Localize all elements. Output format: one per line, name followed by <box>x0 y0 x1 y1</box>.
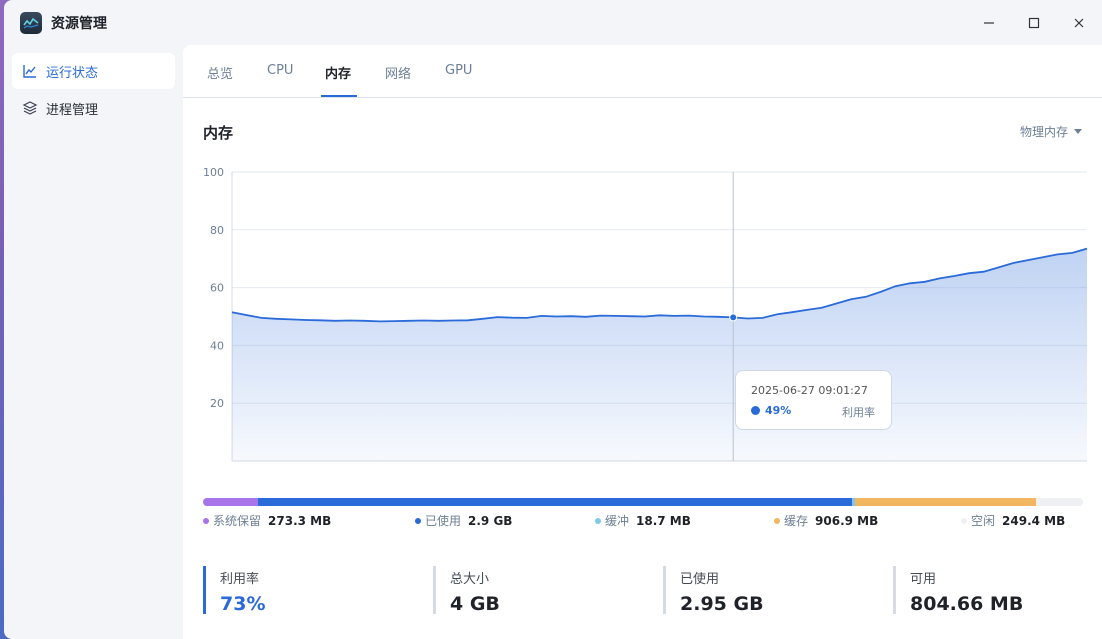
caret-down-icon <box>1074 129 1082 134</box>
highlight-point <box>729 313 738 322</box>
legend-value: 273.3 MB <box>268 513 332 528</box>
app-icon <box>20 12 42 34</box>
legend-value: 906.9 MB <box>815 513 879 528</box>
legend-item-cache: 缓存 906.9 MB <box>774 512 878 529</box>
sidebar-item-label: 进程管理 <box>46 102 99 118</box>
tab-network[interactable]: 网络 <box>385 63 411 82</box>
usage-segment-free <box>1036 498 1083 506</box>
legend-item-used: 已使用 2.9 GB <box>415 512 512 529</box>
usage-segment-cache <box>855 498 1037 506</box>
y-tick-label: 40 <box>210 339 224 352</box>
legend-value: 249.4 MB <box>1002 513 1066 528</box>
sidebar-item-status[interactable]: 运行状态 <box>12 53 175 89</box>
y-tick-label: 80 <box>210 224 224 237</box>
legend-dot <box>203 517 209 524</box>
stat-label: 总大小 <box>450 572 490 587</box>
app-title: 资源管理 <box>51 16 107 32</box>
chart-tooltip: 2025-06-27 09:01:27 49% 利用率 <box>735 370 892 430</box>
tooltip-label: 利用率 <box>842 406 875 419</box>
y-tick-label: 60 <box>210 282 224 295</box>
tab-cpu[interactable]: CPU <box>267 63 293 78</box>
layers-icon <box>22 100 38 116</box>
chart-line-icon <box>22 63 38 79</box>
stat-value: 2.95 GB <box>680 593 764 615</box>
legend-label: 已使用 <box>425 514 462 528</box>
stat-utilization: 利用率 73% <box>203 566 413 615</box>
stat-label: 利用率 <box>220 572 260 587</box>
legend-value: 2.9 GB <box>468 513 513 528</box>
legend-label: 系统保留 <box>213 514 262 528</box>
memory-type-dropdown[interactable]: 物理内存 <box>1020 123 1082 140</box>
legend-dot <box>774 517 780 524</box>
maximize-button[interactable] <box>1011 8 1057 38</box>
stat-value: 73% <box>220 593 266 615</box>
legend-dot <box>961 517 967 524</box>
memory-legend: 系统保留 273.3 MB 已使用 2.9 GB 缓冲 18.7 MB 缓存 9… <box>183 512 1102 530</box>
stat-available: 可用 804.66 MB <box>893 566 1102 615</box>
tab-memory[interactable]: 内存 <box>325 63 351 82</box>
stat-value: 4 GB <box>450 593 500 615</box>
tab-gpu[interactable]: GPU <box>445 63 472 78</box>
stat-value: 804.66 MB <box>910 593 1024 615</box>
active-tab-indicator <box>321 95 357 97</box>
legend-dot <box>595 517 601 524</box>
sidebar-item-processes[interactable]: 进程管理 <box>12 90 175 126</box>
title-bar[interactable]: 资源管理 <box>4 0 1102 46</box>
stat-label: 已使用 <box>680 572 720 587</box>
tab-overview[interactable]: 总览 <box>207 63 233 82</box>
sidebar: 运行状态 进程管理 <box>4 46 184 639</box>
dropdown-label: 物理内存 <box>1019 125 1068 139</box>
main-panel: 总览 CPU 内存 网络 GPU 内存 物理内存 100 80 60 40 20 202… <box>183 45 1102 639</box>
y-tick-label: 100 <box>203 166 224 179</box>
legend-label: 缓冲 <box>605 514 630 528</box>
legend-item-buffer: 缓冲 18.7 MB <box>595 512 691 529</box>
sidebar-item-label: 运行状态 <box>46 65 99 81</box>
stat-total: 总大小 4 GB <box>433 566 643 615</box>
memory-stats: 利用率 73% 总大小 4 GB 已使用 2.95 GB 可用 804.66 M… <box>183 566 1102 616</box>
chart-svg: 100 80 60 40 20 <box>203 166 1088 462</box>
app-window: 资源管理 运行状态 进程管理 总览 CPU 内存 网络 GPU 内存 物理内存 … <box>4 0 1102 639</box>
memory-usage-bar <box>203 498 1083 506</box>
tooltip-series-dot <box>751 406 760 415</box>
legend-value: 18.7 MB <box>636 513 691 528</box>
stat-used: 已使用 2.95 GB <box>663 566 873 615</box>
legend-label: 空闲 <box>971 514 996 528</box>
legend-item-free: 空闲 249.4 MB <box>961 512 1065 529</box>
tab-bar: 总览 CPU 内存 网络 GPU <box>183 45 1102 98</box>
usage-segment-system <box>203 498 258 506</box>
memory-chart[interactable]: 100 80 60 40 20 <box>183 155 1102 475</box>
legend-label: 缓存 <box>784 514 809 528</box>
tooltip-time: 2025-06-27 09:01:27 <box>751 384 868 397</box>
legend-item-system: 系统保留 273.3 MB <box>203 512 331 529</box>
series-area <box>232 248 1087 461</box>
y-tick-label: 20 <box>210 397 224 410</box>
section-title: 内存 <box>203 124 234 142</box>
close-button[interactable] <box>1056 8 1102 38</box>
usage-segment-used <box>257 498 852 506</box>
minimize-button[interactable] <box>966 8 1012 38</box>
legend-dot <box>415 517 421 524</box>
tooltip-value: 49% <box>765 404 792 417</box>
stat-label: 可用 <box>910 572 937 587</box>
